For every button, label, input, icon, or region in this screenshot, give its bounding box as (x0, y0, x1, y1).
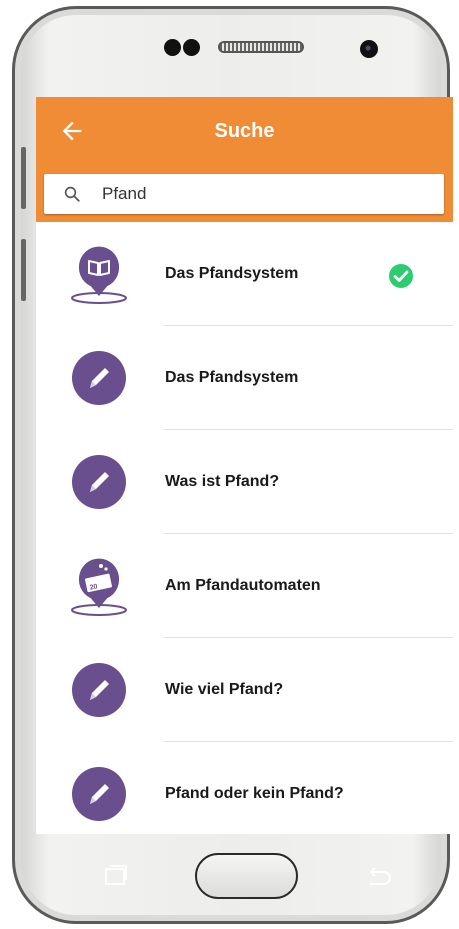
list-item-label: Das Pfandsystem (165, 369, 299, 386)
device-nav-bar (30, 840, 428, 910)
search-bar (44, 174, 444, 214)
pencil-icon (72, 767, 126, 821)
app-bar: Suche (36, 97, 453, 165)
list-item[interactable]: Das Pfandsystem (36, 326, 453, 430)
list-item[interactable]: Wie viel Pfand? (36, 638, 453, 742)
bottle-machine-pin-icon: 20 (71, 558, 127, 616)
pencil-icon (72, 663, 126, 717)
list-item-label: Das Pfandsystem (165, 265, 299, 282)
search-icon (64, 186, 80, 202)
search-input[interactable] (102, 181, 422, 207)
list-item-label: Pfand oder kein Pfand? (165, 785, 344, 802)
page-title: Suche (214, 120, 275, 142)
pencil-icon (72, 351, 126, 405)
front-camera (360, 40, 378, 58)
back-nav-icon[interactable] (366, 866, 392, 886)
sensor-dot (164, 39, 181, 56)
volume-up-button (21, 147, 26, 209)
sensor-dot (183, 39, 200, 56)
app-screen: Suche Das Pfandsystem (36, 97, 453, 834)
home-button[interactable] (195, 853, 298, 899)
list-item-label: Wie viel Pfand? (165, 681, 284, 698)
list-item[interactable]: Pfand oder kein Pfand? (36, 742, 453, 834)
results-list: Das Pfandsystem Das Pfandsystem Was ist … (36, 222, 453, 834)
volume-down-button (21, 239, 26, 301)
list-item[interactable]: Was ist Pfand? (36, 430, 453, 534)
list-item[interactable]: 20 Am Pfandautomaten (36, 534, 453, 638)
search-area (36, 165, 453, 222)
list-item[interactable]: Das Pfandsystem (36, 222, 453, 326)
list-item-label: Was ist Pfand? (165, 473, 280, 490)
list-item-label: Am Pfandautomaten (165, 577, 321, 594)
speaker-grill (218, 41, 304, 53)
book-pin-icon (71, 246, 127, 304)
pencil-icon (72, 455, 126, 509)
check-circle-icon (389, 264, 413, 288)
recent-apps-icon[interactable] (104, 864, 128, 886)
